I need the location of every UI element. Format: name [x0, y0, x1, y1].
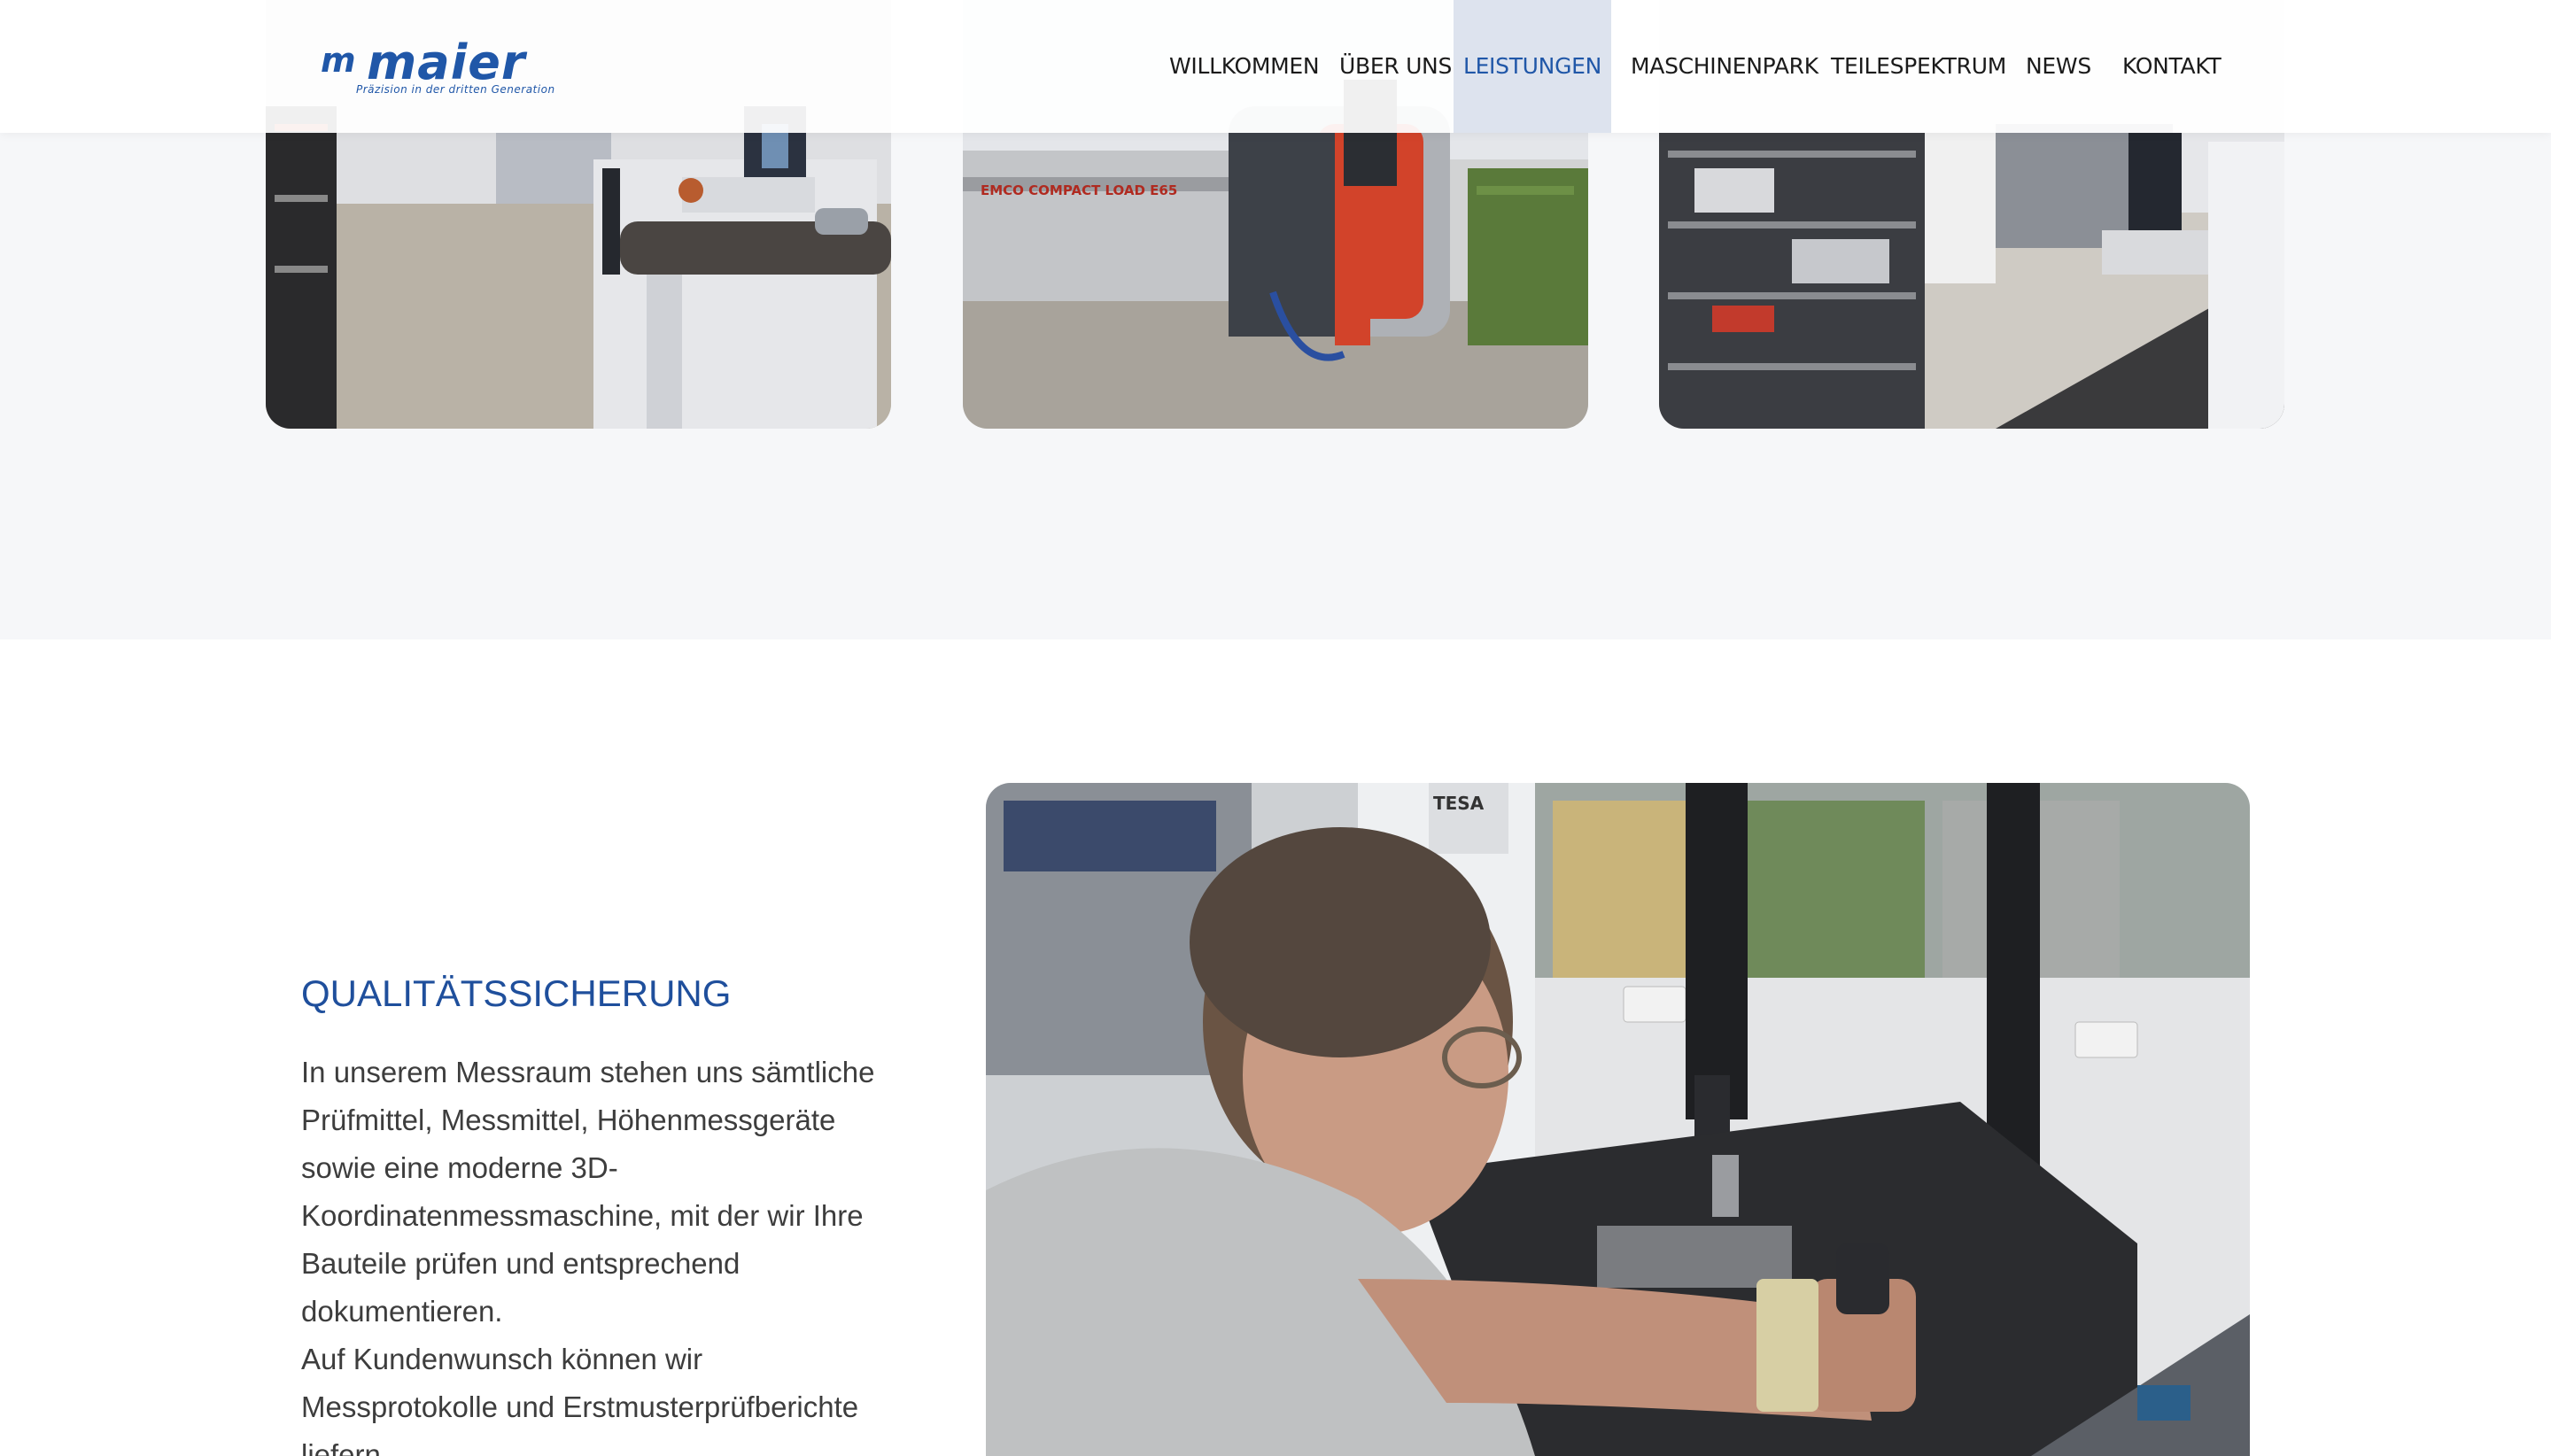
section-paragraph: Auf Kundenwunsch können wir Messprotokol… — [301, 1343, 859, 1456]
site-header: m maier Präzision in der dritten Generat… — [0, 0, 2551, 133]
machine-label: EMCO COMPACT LOAD E65 — [981, 182, 1177, 198]
photo-illustration: TESA — [986, 783, 2250, 1456]
quality-photo-coordinate-measuring[interactable]: TESA — [986, 783, 2250, 1456]
nav-item-ueber-uns[interactable]: ÜBER UNS — [1339, 0, 1452, 133]
nav-item-maschinenpark[interactable]: MASCHINENPARK — [1631, 0, 1818, 133]
logo-tagline: Präzision in der dritten Generation — [356, 83, 555, 96]
nav-item-willkommen[interactable]: WILLKOMMEN — [1169, 0, 1320, 133]
section-title-qualitaetssicherung: QUALITÄTSSICHERUNG — [301, 972, 732, 1014]
logo-mark: m — [321, 41, 356, 80]
nav-item-news[interactable]: NEWS — [2026, 0, 2091, 133]
maier-logo[interactable]: m maier Präzision in der dritten Generat… — [321, 35, 554, 99]
section-text: In unserem Messraum stehen uns sämtliche… — [301, 1049, 903, 1456]
nav-item-kontakt[interactable]: KONTAKT — [2122, 0, 2221, 133]
section-paragraph: In unserem Messraum stehen uns sämtliche… — [301, 1056, 875, 1328]
nav-item-leistungen[interactable]: LEISTUNGEN — [1454, 0, 1611, 133]
machine-brand-label: TESA — [1433, 793, 1485, 814]
logo-wordmark: maier — [367, 35, 526, 90]
nav-item-teilespektrum[interactable]: TEILESPEKTRUM — [1831, 0, 2006, 133]
